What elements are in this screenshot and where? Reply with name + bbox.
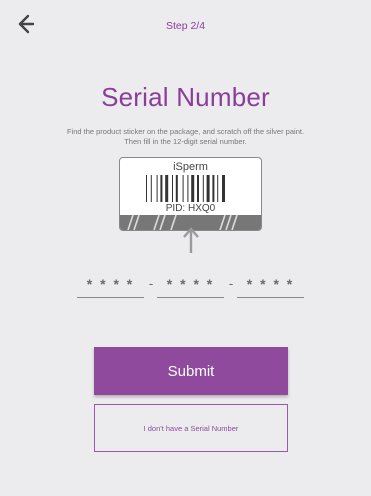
sticker-brand-label: iSperm (173, 161, 208, 173)
page-title: Serial Number (101, 82, 270, 112)
serial-part-3-input[interactable] (237, 270, 304, 298)
instructions-text: Find the product sticker on the package,… (66, 127, 305, 146)
serial-part-1-input[interactable] (77, 270, 144, 298)
no-serial-number-button[interactable]: I don't have a Serial Number (94, 404, 288, 452)
arrow-up-icon (183, 227, 199, 253)
sticker-pid-label: PID: HXQ0 (165, 203, 216, 214)
serial-part-2-input[interactable] (157, 270, 224, 298)
serial-separator: - (148, 276, 154, 291)
submit-button[interactable]: Submit (94, 347, 288, 395)
serial-separator: - (228, 276, 234, 291)
barcode-icon (146, 175, 225, 202)
step-indicator: Step 2/4 (165, 20, 206, 32)
product-sticker-illustration: iSperm PID: HXQ0 (119, 157, 262, 231)
serial-number-inputs: - - (0, 270, 371, 304)
